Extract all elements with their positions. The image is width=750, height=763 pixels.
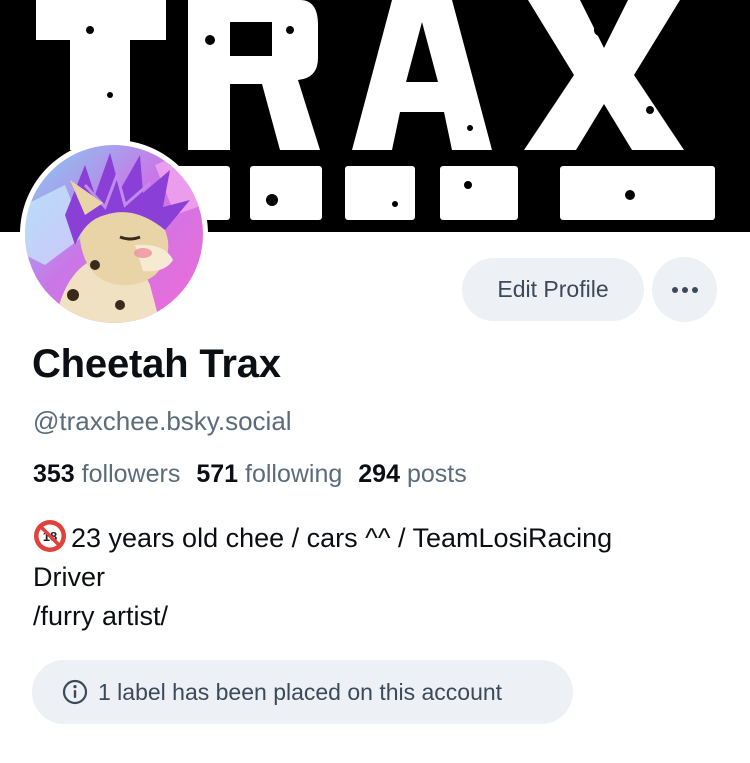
edit-profile-button[interactable]: Edit Profile bbox=[462, 258, 644, 321]
handle: @traxchee.bsky.social bbox=[33, 406, 292, 436]
followers-link[interactable]: 353 followers bbox=[33, 460, 180, 488]
posts-stat: 294 posts bbox=[358, 460, 466, 488]
no-under-18-icon: 18 bbox=[34, 520, 66, 552]
bio-line-3: /furry artist/ bbox=[33, 601, 169, 631]
followers-count: 353 bbox=[33, 460, 75, 488]
following-link[interactable]: 571 following bbox=[196, 460, 342, 488]
posts-label: posts bbox=[406, 460, 467, 488]
bio-line-1: 18 23 years old chee / cars ^^ / TeamLos… bbox=[33, 519, 723, 558]
profile-bio: 18 23 years old chee / cars ^^ / TeamLos… bbox=[33, 519, 723, 636]
following-label: following bbox=[245, 460, 343, 488]
profile-stats: 353 followers 571 following 294 posts bbox=[33, 460, 467, 489]
ellipsis-icon bbox=[671, 286, 698, 293]
followers-label: followers bbox=[81, 460, 181, 488]
following-count: 571 bbox=[196, 460, 239, 488]
avatar[interactable] bbox=[20, 140, 208, 328]
info-icon bbox=[62, 679, 88, 705]
bio-text-1: 23 years old chee / cars ^^ / TeamLosiRa… bbox=[71, 523, 613, 553]
cheetah-avatar-illustration bbox=[25, 145, 203, 323]
bio-line-2: Driver bbox=[33, 562, 105, 592]
account-labels-notice[interactable]: 1 label has been placed on this account bbox=[32, 660, 573, 724]
more-options-button[interactable] bbox=[652, 257, 717, 322]
display-name: Cheetah Trax bbox=[32, 342, 281, 386]
labels-notice-text: 1 label has been placed on this account bbox=[98, 678, 503, 705]
posts-count: 294 bbox=[358, 460, 400, 488]
profile-page: Edit Profile Cheetah Trax @traxchee.bsky… bbox=[0, 0, 750, 763]
